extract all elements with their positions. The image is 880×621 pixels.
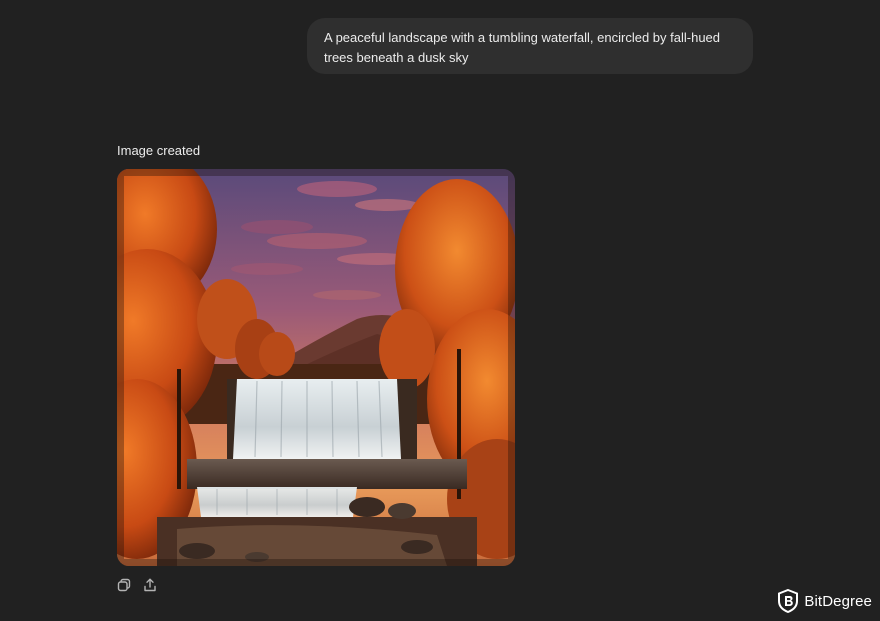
user-message-text: A peaceful landscape with a tumbling wat… bbox=[324, 30, 721, 65]
chat-page: A peaceful landscape with a tumbling wat… bbox=[0, 0, 880, 621]
copy-icon bbox=[117, 578, 131, 592]
watermark-brand-text: BitDegree bbox=[804, 592, 872, 610]
bitdegree-shield-logo bbox=[778, 589, 799, 613]
generated-image[interactable] bbox=[117, 169, 515, 566]
share-button[interactable] bbox=[142, 577, 158, 593]
share-icon bbox=[144, 578, 156, 592]
image-actions-bar bbox=[116, 577, 158, 593]
copy-button[interactable] bbox=[116, 577, 132, 593]
assistant-status-label: Image created bbox=[117, 143, 201, 158]
user-message-bubble: A peaceful landscape with a tumbling wat… bbox=[307, 18, 753, 74]
bitdegree-watermark: BitDegree bbox=[778, 589, 872, 613]
